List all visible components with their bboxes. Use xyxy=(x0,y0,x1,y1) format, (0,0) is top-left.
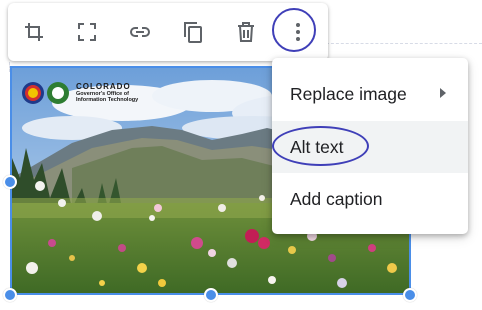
crop-icon xyxy=(25,23,43,41)
resize-handle-left[interactable] xyxy=(3,175,17,189)
annotation-circle-alt-text xyxy=(272,126,369,166)
annotation-circle-more xyxy=(272,8,316,52)
crop-button[interactable] xyxy=(16,14,52,50)
menu-item-replace-image-label: Replace image xyxy=(290,83,407,104)
guide-line-horizontal xyxy=(326,43,482,44)
resize-handle-bottom-right[interactable] xyxy=(403,288,417,302)
fullscreen-icon xyxy=(78,23,96,41)
copy-icon xyxy=(184,22,202,43)
submenu-arrow-icon xyxy=(440,88,446,98)
menu-item-replace-image[interactable]: Replace image xyxy=(272,68,468,120)
menu-item-add-caption[interactable]: Add caption xyxy=(272,173,468,225)
more-options-button[interactable] xyxy=(272,8,316,52)
logo-title: COLORADO xyxy=(76,81,131,91)
menu-item-alt-text[interactable]: Alt text xyxy=(272,121,468,173)
resize-handle-bottom[interactable] xyxy=(204,288,218,302)
image-options-menu: Replace image Alt text Add caption xyxy=(272,58,468,234)
delete-button[interactable] xyxy=(228,14,264,50)
resize-handle-bottom-left[interactable] xyxy=(3,288,17,302)
logo-subtitle-line2: Information Technology xyxy=(76,97,139,103)
image-toolbar xyxy=(8,3,328,61)
link-icon xyxy=(130,27,150,37)
delete-icon xyxy=(238,22,254,42)
colorado-oit-logo: COLORADO Governor's Office of Informatio… xyxy=(20,80,138,106)
copy-button[interactable] xyxy=(175,14,211,50)
fullscreen-button[interactable] xyxy=(69,14,105,50)
link-button[interactable] xyxy=(122,14,158,50)
colorado-logo-mark xyxy=(20,80,72,106)
menu-item-add-caption-label: Add caption xyxy=(290,188,383,209)
